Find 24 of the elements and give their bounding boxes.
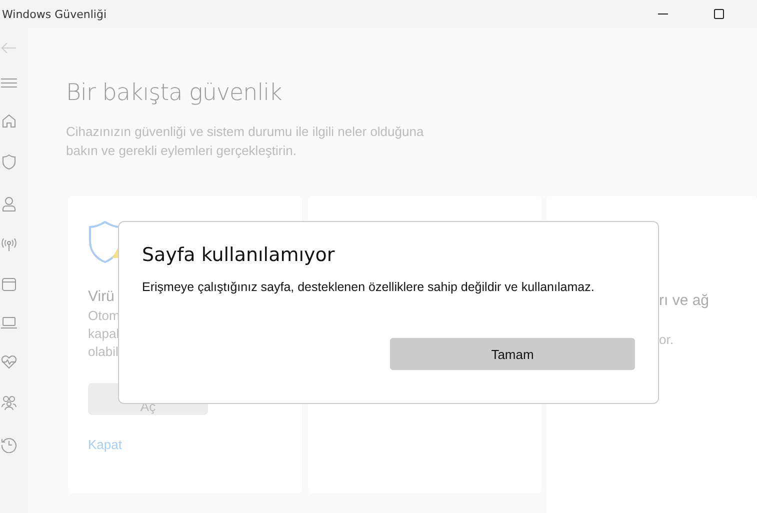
browser-window-icon[interactable] [2,278,16,291]
family-icon[interactable] [1,395,17,411]
card-text-line: kapal [88,325,120,343]
menu-icon[interactable] [1,78,17,88]
minimize-icon[interactable] [658,13,668,15]
person-icon[interactable] [2,196,16,212]
card-title: Virü [88,288,114,305]
ok-button[interactable]: Tamam [390,338,635,370]
antenna-icon[interactable] [1,238,17,252]
home-icon[interactable] [2,114,16,128]
card-text-line: or. [659,331,674,349]
card-text-line: olabil [88,343,118,361]
card-title: rı ve ağ [659,292,710,309]
history-icon[interactable] [1,437,17,453]
dialog-title: Sayfa kullanılamıyor [142,244,335,266]
maximize-icon[interactable] [714,9,724,19]
dialog-message: Erişmeye çalıştığınız sayfa, desteklenen özelliklere sahip değildir ve kullanılamaz. [142,280,594,294]
back-arrow-icon[interactable] [1,42,17,54]
page-title: Bir bakışta güvenlik [66,80,283,106]
shield-icon[interactable] [2,154,16,170]
laptop-icon[interactable] [1,317,17,329]
window-title: Windows Güvenliği [1,8,106,20]
page-description: Cihazınızın güvenliği ve sistem durumu ile ilgili neler olduğuna bakın ve gerekli eylemleri gerçekleştirin. [66,123,425,160]
heart-pulse-icon[interactable] [1,355,17,369]
